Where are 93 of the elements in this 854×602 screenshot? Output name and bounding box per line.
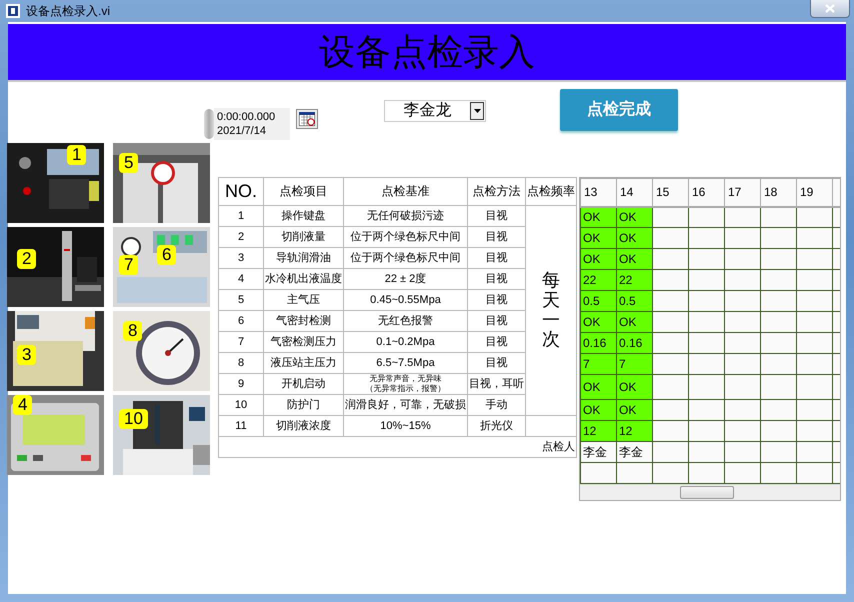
table-cell[interactable]: OK	[616, 400, 652, 420]
horizontal-scrollbar[interactable]	[580, 484, 840, 500]
column-header: 点检项目	[264, 178, 344, 206]
table-cell: 8	[218, 352, 264, 374]
inspector-label: 点检人	[542, 440, 575, 452]
table-cell[interactable]: 0.16	[616, 332, 652, 354]
table-cell: 5	[218, 290, 264, 310]
callout-label: 5	[119, 153, 138, 173]
frequency-text: 每天一次	[542, 270, 560, 350]
table-cell: 11	[218, 416, 264, 436]
callout-label: 3	[17, 345, 36, 365]
app-icon	[6, 4, 20, 18]
table-cell[interactable]: OK	[580, 228, 616, 248]
column-header: 15	[652, 178, 688, 206]
table-cell: 开机启动	[264, 374, 344, 394]
table-cell[interactable]: 0.5	[580, 290, 616, 312]
callout-label: 1	[67, 145, 86, 165]
table-cell: 导轨润滑油	[264, 248, 344, 268]
column-header: 13	[580, 178, 616, 206]
banner-title: 设备点检录入	[319, 30, 535, 74]
column-header: 16	[688, 178, 724, 206]
table-cell: 10	[218, 394, 264, 416]
table-cell: 10%~15%	[344, 416, 468, 436]
callout-label: 8	[123, 321, 142, 341]
table-cell[interactable]: OK	[580, 400, 616, 420]
table-cell: 切削液量	[264, 226, 344, 248]
table-cell: 3	[218, 248, 264, 268]
table-cell[interactable]: 0.5	[616, 290, 652, 312]
table-cell: 主气压	[264, 290, 344, 310]
spin-buttons[interactable]	[204, 109, 214, 139]
datetime-field[interactable]: 0:00:00.000 2021/7/14	[214, 108, 290, 140]
table-cell[interactable]: OK	[616, 248, 652, 270]
window-title: 设备点检录入.vi	[26, 3, 110, 20]
table-cell: 0.1~0.2Mpa	[344, 332, 468, 352]
close-icon[interactable]	[825, 4, 835, 13]
table-cell: 22 ± 2度	[344, 268, 468, 290]
calendar-button[interactable]	[296, 109, 318, 129]
table-cell: 切削液浓度	[264, 416, 344, 436]
table-cell[interactable]: 22	[580, 270, 616, 290]
table-cell: 6.5~7.5Mpa	[344, 352, 468, 374]
table-cell: 位于两个绿色标尺中间	[344, 226, 468, 248]
table-cell[interactable]: 7	[580, 354, 616, 374]
column-header: 19	[796, 178, 832, 206]
table-cell[interactable]: 22	[616, 270, 652, 290]
table-cell[interactable]: OK	[580, 248, 616, 270]
table-cell: 4	[218, 268, 264, 290]
table-cell[interactable]: 12	[616, 420, 652, 442]
table-cell: 9	[218, 374, 264, 394]
table-cell[interactable]: 李金	[580, 442, 616, 462]
callout-label: 2	[17, 249, 36, 269]
close-button[interactable]	[810, 0, 850, 18]
table-cell: 润滑良好，可靠，无破损	[344, 394, 468, 416]
table-cell[interactable]: OK	[580, 374, 616, 400]
table-cell[interactable]: OK	[616, 374, 652, 400]
table-cell: 液压站主压力	[264, 352, 344, 374]
table-cell: 目视	[468, 206, 526, 226]
table-cell[interactable]: OK	[580, 206, 616, 228]
dropdown-arrow-icon[interactable]	[474, 109, 480, 113]
column-header: NO.	[218, 178, 264, 206]
table-cell: 2	[218, 226, 264, 248]
table-cell: 6	[218, 310, 264, 332]
table-cell: 0.45~0.55Mpa	[344, 290, 468, 310]
callout-label: 4	[13, 395, 32, 415]
table-cell[interactable]: 12	[580, 420, 616, 442]
table-cell: 无异常声音，无异味 （无异常指示，报警）	[344, 374, 468, 394]
table-cell[interactable]: OK	[580, 312, 616, 332]
table-cell[interactable]: 0.16	[580, 332, 616, 354]
column-header: 14	[616, 178, 652, 206]
table-cell: 折光仪	[468, 416, 526, 436]
column-header: 点检基准	[344, 178, 468, 206]
table-cell: 气密检测压力	[264, 332, 344, 352]
table-cell[interactable]: OK	[616, 228, 652, 248]
inspector-dropdown[interactable]: 李金龙	[384, 100, 486, 122]
table-cell[interactable]: 7	[616, 354, 652, 374]
callout-label: 7	[119, 255, 138, 275]
callout-label: 10	[119, 409, 148, 429]
scrollbar-thumb[interactable]	[680, 486, 734, 499]
table-cell: 水冷机出液温度	[264, 268, 344, 290]
column-header: 18	[760, 178, 796, 206]
table-cell: 防护门	[264, 394, 344, 416]
table-cell: 气密封检测	[264, 310, 344, 332]
table-cell: 操作键盘	[264, 206, 344, 226]
table-cell: 无红色报警	[344, 310, 468, 332]
table-cell: 1	[218, 206, 264, 226]
column-header: 点检方法	[468, 178, 526, 206]
table-cell[interactable]: OK	[616, 312, 652, 332]
table-cell[interactable]: 李金	[616, 442, 652, 462]
table-cell: 无任何破损污迹	[344, 206, 468, 226]
callout-label: 6	[157, 245, 176, 265]
column-header: 17	[724, 178, 760, 206]
table-cell: 7	[218, 332, 264, 352]
table-cell: 位于两个绿色标尺中间	[344, 248, 468, 268]
column-header: 点检频率	[526, 178, 576, 206]
